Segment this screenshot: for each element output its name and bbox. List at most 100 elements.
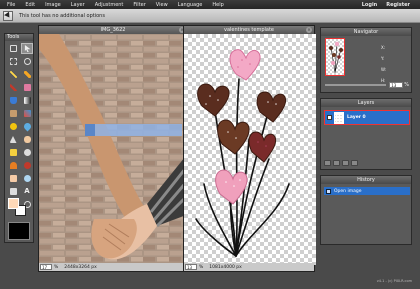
- image-window-titlebar[interactable]: IMG_3622 ×: [39, 26, 187, 34]
- navigator-zoom-input[interactable]: 13: [389, 81, 404, 88]
- login-link[interactable]: Login: [362, 2, 377, 8]
- spot-heal-tool[interactable]: [7, 173, 19, 184]
- menu-file[interactable]: File: [7, 2, 15, 8]
- history-entry[interactable]: Open image: [324, 187, 410, 195]
- sponge-icon: [9, 149, 17, 156]
- bucket-icon: [9, 97, 17, 104]
- bucket-tool[interactable]: [7, 95, 19, 106]
- active-color-preview[interactable]: [8, 222, 30, 240]
- pencil-tool[interactable]: [21, 69, 33, 80]
- layer-row[interactable]: Layer 0: [324, 110, 410, 125]
- eye-icon: [23, 162, 31, 169]
- navigator-panel: Navigator X: Y: W: H: 13 %: [320, 27, 412, 93]
- red-eye-tool[interactable]: [21, 160, 33, 171]
- layer-settings-icon[interactable]: [324, 160, 331, 166]
- close-icon[interactable]: ×: [306, 27, 312, 33]
- navigator-title: Navigator: [321, 28, 411, 36]
- open-image-icon: [326, 188, 331, 194]
- account-links: Login Register: [353, 0, 410, 9]
- burn-tool[interactable]: [7, 160, 19, 171]
- image-window-title: IMG_3622: [100, 27, 126, 33]
- lasso-icon: [23, 58, 31, 65]
- navigator-zoom: 13 %: [325, 81, 409, 88]
- layer-name: Layer 0: [347, 115, 366, 120]
- menu-help[interactable]: Help: [212, 2, 223, 8]
- marquee-icon: [9, 58, 17, 65]
- image-window-template[interactable]: valentines template × 13 % 1081x4000 px: [183, 25, 316, 272]
- type-tool[interactable]: A: [21, 186, 33, 197]
- image-status-bar: 13 % 1081x4000 px: [184, 263, 314, 271]
- move-tool[interactable]: [21, 43, 33, 54]
- zoom-unit: %: [199, 264, 204, 270]
- new-layer-icon[interactable]: [333, 160, 340, 166]
- pencil-icon: [23, 71, 31, 78]
- image-window-title: valentines template: [223, 27, 275, 33]
- photo-canvas[interactable]: [39, 34, 189, 265]
- pinch-tool[interactable]: [7, 186, 19, 197]
- dodge-icon: [23, 149, 31, 156]
- stamp-icon: [9, 110, 17, 117]
- image-window-titlebar[interactable]: valentines template ×: [184, 26, 314, 34]
- smudge-tool[interactable]: [21, 134, 33, 145]
- brush-tool[interactable]: [7, 82, 19, 93]
- menu-adjustment[interactable]: Adjustment: [95, 2, 124, 8]
- template-canvas[interactable]: [184, 34, 316, 265]
- text-icon: A: [24, 187, 30, 195]
- navigator-zoom-unit: %: [404, 81, 409, 88]
- menu-filter[interactable]: Filter: [133, 2, 145, 8]
- zoom-slider[interactable]: [325, 83, 387, 86]
- navigator-preview: [329, 41, 343, 74]
- history-entry-label: Open image: [334, 188, 362, 194]
- image-size: 1081x4000 px: [209, 264, 242, 270]
- layer-mask-icon[interactable]: [351, 160, 358, 166]
- eraser-icon: [23, 84, 31, 91]
- register-link[interactable]: Register: [386, 2, 410, 8]
- image-window-photo[interactable]: IMG_3622 × 17 % 2448x3264 px: [38, 25, 189, 272]
- menu-image[interactable]: Image: [45, 2, 61, 8]
- image-status-bar: 17 % 2448x3264 px: [39, 263, 187, 271]
- options-bar: This tool has no additional options: [0, 9, 420, 23]
- zoom-input[interactable]: 17: [40, 264, 52, 270]
- dodge-tool[interactable]: [21, 147, 33, 158]
- marquee-tool[interactable]: [7, 56, 19, 67]
- layers-panel: Layers Layer 0: [320, 98, 412, 170]
- menu-language[interactable]: Language: [178, 2, 203, 8]
- triangle-icon: [9, 136, 17, 143]
- tools-panel-title: Tools: [5, 34, 33, 41]
- color-replace-tool[interactable]: [21, 108, 33, 119]
- eraser-tool[interactable]: [21, 82, 33, 93]
- layer-visibility-checkbox[interactable]: [327, 115, 332, 120]
- wand-icon: [9, 71, 17, 78]
- color-replace-icon: [23, 110, 31, 117]
- menu-edit[interactable]: Edit: [25, 2, 35, 8]
- burn-icon: [9, 162, 17, 169]
- bandage-icon: [9, 175, 17, 182]
- bloat-icon: [23, 175, 31, 182]
- sponge-tool[interactable]: [7, 147, 19, 158]
- delete-layer-icon[interactable]: [342, 160, 349, 166]
- navigator-thumbnail[interactable]: [325, 38, 345, 76]
- gradient-tool[interactable]: [21, 95, 33, 106]
- wand-tool[interactable]: [7, 69, 19, 80]
- tools-panel: Tools A: [4, 33, 34, 243]
- menu-view[interactable]: View: [156, 2, 168, 8]
- nav-x-label: X:: [381, 45, 386, 50]
- clone-tool[interactable]: [7, 108, 19, 119]
- gradient-icon: [23, 97, 31, 104]
- crop-icon: [9, 45, 17, 52]
- shapes-icon: [9, 123, 17, 130]
- history-title: History: [321, 176, 411, 184]
- drop-icon: [22, 121, 32, 132]
- bloat-tool[interactable]: [21, 173, 33, 184]
- zoom-input[interactable]: 13: [185, 264, 197, 270]
- lasso-tool[interactable]: [21, 56, 33, 67]
- navigator-info: X: Y: W: H:: [381, 42, 386, 86]
- drawing-tool[interactable]: [7, 121, 19, 132]
- footer-credit: v4.1 - (c) PIXLR.com: [376, 279, 412, 283]
- menu-layer[interactable]: Layer: [71, 2, 85, 8]
- sharpen-tool[interactable]: [7, 134, 19, 145]
- crop-tool[interactable]: [7, 43, 19, 54]
- blur-tool[interactable]: [21, 121, 33, 132]
- foreground-color-swatch[interactable]: [8, 198, 19, 209]
- zoom-unit: %: [54, 264, 59, 270]
